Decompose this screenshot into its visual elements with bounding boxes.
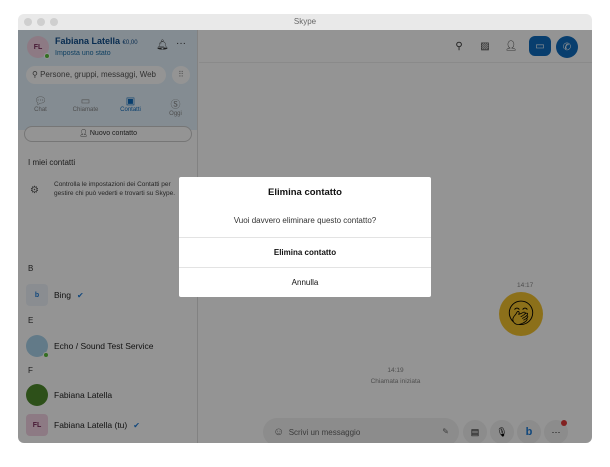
delete-contact-dialog: Elimina contatto Vuoi davvero eliminare … bbox=[179, 177, 431, 297]
cancel-button[interactable]: Annulla bbox=[179, 267, 431, 297]
dialog-title: Elimina contatto bbox=[268, 187, 342, 198]
window-title: Skype bbox=[293, 17, 317, 26]
zoom-button[interactable] bbox=[50, 18, 58, 26]
dialog-message: Vuoi davvero eliminare questo contatto? bbox=[233, 216, 377, 225]
confirm-delete-button[interactable]: Elimina contatto bbox=[179, 237, 431, 267]
title-bar: Skype bbox=[18, 14, 592, 30]
minimize-button[interactable] bbox=[37, 18, 45, 26]
close-window-button[interactable] bbox=[24, 18, 32, 26]
